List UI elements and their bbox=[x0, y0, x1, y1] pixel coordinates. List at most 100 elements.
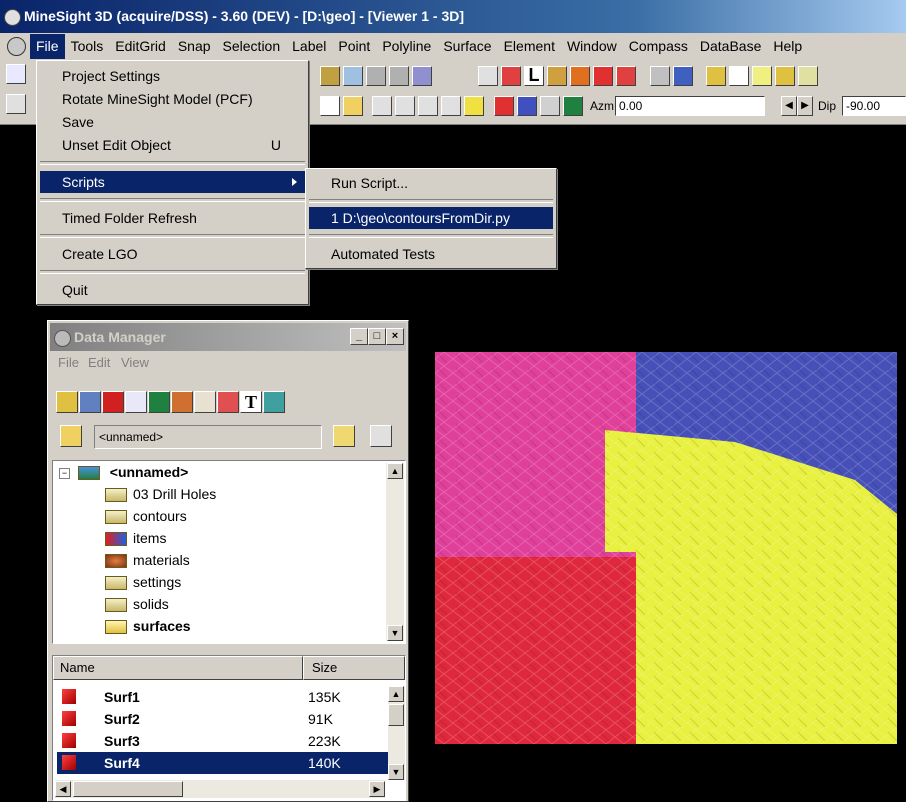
scroll-up-icon[interactable]: ▲ bbox=[387, 463, 403, 479]
menu-item-scripts[interactable]: Scripts bbox=[40, 171, 305, 193]
menu-selection[interactable]: Selection bbox=[217, 34, 287, 59]
tool-button[interactable] bbox=[395, 96, 415, 116]
tree-folder-materials[interactable]: materials bbox=[105, 549, 190, 571]
tool-button[interactable] bbox=[366, 66, 386, 86]
tree-folder-settings[interactable]: settings bbox=[105, 571, 181, 593]
zoom-tool-button[interactable] bbox=[6, 94, 26, 114]
tool-button[interactable] bbox=[798, 66, 818, 86]
close-button[interactable]: × bbox=[386, 328, 404, 345]
menu-snap[interactable]: Snap bbox=[172, 34, 217, 59]
tool-button[interactable] bbox=[441, 96, 461, 116]
list-item[interactable]: Surf1 135K bbox=[57, 686, 388, 708]
menu-polyline[interactable]: Polyline bbox=[376, 34, 437, 59]
scroll-down-icon[interactable]: ▼ bbox=[388, 764, 404, 780]
tree-folder-surfaces[interactable]: surfaces bbox=[105, 615, 191, 637]
text-type-button[interactable]: T bbox=[240, 391, 262, 413]
hscroll-thumb[interactable] bbox=[73, 781, 183, 797]
surface-type-button[interactable] bbox=[102, 391, 124, 413]
grid-type-button[interactable] bbox=[125, 391, 147, 413]
list-hscrollbar[interactable]: ◀ ▶ bbox=[55, 780, 385, 798]
tool-button[interactable] bbox=[547, 66, 567, 86]
tool-button[interactable] bbox=[501, 66, 521, 86]
list-item[interactable]: Surf3 223K bbox=[57, 730, 388, 752]
column-header-size[interactable]: Size bbox=[303, 656, 405, 680]
minimize-button[interactable]: _ bbox=[350, 328, 368, 345]
tool-button[interactable] bbox=[673, 66, 693, 86]
tool-button[interactable] bbox=[650, 66, 670, 86]
column-header-name[interactable]: Name bbox=[53, 656, 303, 680]
scroll-up-icon[interactable]: ▲ bbox=[388, 686, 404, 702]
menu-item-save[interactable]: Save bbox=[40, 111, 305, 133]
tool-button[interactable] bbox=[706, 66, 726, 86]
folder-type-button[interactable] bbox=[56, 391, 78, 413]
menu-label[interactable]: Label bbox=[286, 34, 332, 59]
menu-item-unset-edit-object[interactable]: Unset Edit Object U bbox=[40, 134, 305, 156]
tool-button[interactable] bbox=[343, 96, 363, 116]
menu-editgrid[interactable]: EditGrid bbox=[109, 34, 172, 59]
menu-item-timed-folder-refresh[interactable]: Timed Folder Refresh bbox=[40, 207, 305, 229]
menu-point[interactable]: Point bbox=[332, 34, 376, 59]
dm-menu-file[interactable]: File bbox=[58, 355, 79, 370]
menu-compass[interactable]: Compass bbox=[623, 34, 694, 59]
menu-tools[interactable]: Tools bbox=[65, 34, 110, 59]
tool-button[interactable] bbox=[494, 96, 514, 116]
viewer-type-button[interactable] bbox=[194, 391, 216, 413]
list-item[interactable]: Surf2 91K bbox=[57, 708, 388, 730]
menu-element[interactable]: Element bbox=[498, 34, 561, 59]
menu-help[interactable]: Help bbox=[767, 34, 808, 59]
menu-file[interactable]: File bbox=[30, 34, 65, 59]
tool-button[interactable] bbox=[775, 66, 795, 86]
viewport-surfaces[interactable] bbox=[435, 352, 897, 744]
dm-menu-edit[interactable]: Edit bbox=[88, 355, 110, 370]
tool-button[interactable] bbox=[616, 66, 636, 86]
tree-folder-drill-holes[interactable]: 03 Drill Holes bbox=[105, 483, 216, 505]
system-menu-icon[interactable] bbox=[7, 37, 26, 56]
scroll-thumb[interactable] bbox=[388, 704, 404, 726]
dm-menu-view[interactable]: View bbox=[121, 355, 149, 370]
tool-button[interactable] bbox=[478, 66, 498, 86]
tool-button[interactable] bbox=[540, 96, 560, 116]
menu-window[interactable]: Window bbox=[561, 34, 623, 59]
tree-root[interactable]: − <unnamed> bbox=[59, 461, 188, 483]
save-disk-icon[interactable] bbox=[370, 425, 392, 447]
tool-button[interactable] bbox=[372, 96, 392, 116]
scroll-left-icon[interactable]: ◀ bbox=[55, 781, 71, 797]
menu-item-project-settings[interactable]: Project Settings bbox=[40, 65, 305, 87]
menu-item-create-lgo[interactable]: Create LGO bbox=[40, 243, 305, 265]
scroll-right-icon[interactable]: ▶ bbox=[369, 781, 385, 797]
menu-item-rotate-model[interactable]: Rotate MineSight Model (PCF) bbox=[40, 88, 305, 110]
tool-button[interactable] bbox=[752, 66, 772, 86]
tool-button[interactable] bbox=[320, 66, 340, 86]
legend-type-button[interactable] bbox=[263, 391, 285, 413]
grid-tool-button[interactable] bbox=[729, 66, 749, 86]
menu-database[interactable]: DataBase bbox=[694, 34, 767, 59]
arrow-left-icon[interactable]: ◀ bbox=[781, 96, 797, 116]
line-tool-button[interactable]: L bbox=[524, 66, 544, 86]
list-scrollbar[interactable]: ▲ ▼ bbox=[388, 686, 405, 780]
layers-tool-button[interactable] bbox=[6, 64, 26, 84]
arrow-right-icon[interactable]: ▶ bbox=[797, 96, 813, 116]
tool-button[interactable] bbox=[563, 96, 583, 116]
object-name-field[interactable]: <unnamed> bbox=[94, 425, 322, 449]
tool-button[interactable] bbox=[593, 66, 613, 86]
tool-button[interactable] bbox=[343, 66, 363, 86]
dip-field[interactable]: -90.00 bbox=[842, 96, 906, 116]
menu-item-run-script[interactable]: Run Script... bbox=[309, 172, 553, 194]
model-type-button[interactable] bbox=[148, 391, 170, 413]
folder-up-icon[interactable] bbox=[60, 425, 82, 447]
tool-button[interactable] bbox=[389, 66, 409, 86]
tool-button[interactable] bbox=[418, 96, 438, 116]
azimuth-field[interactable]: 0.00 bbox=[615, 96, 765, 116]
tree-scrollbar[interactable]: ▲ ▼ bbox=[386, 463, 404, 641]
menu-item-quit[interactable]: Quit bbox=[40, 279, 305, 301]
crosshair-tool-button[interactable] bbox=[320, 96, 340, 116]
menu-item-automated-tests[interactable]: Automated Tests bbox=[309, 243, 553, 265]
list-item-selected[interactable]: Surf4 140K bbox=[57, 752, 388, 774]
maximize-button[interactable]: □ bbox=[368, 328, 386, 345]
tool-button[interactable] bbox=[412, 66, 432, 86]
point-type-button[interactable] bbox=[217, 391, 239, 413]
tool-button[interactable] bbox=[570, 66, 590, 86]
menu-surface[interactable]: Surface bbox=[437, 34, 497, 59]
material-type-button[interactable] bbox=[171, 391, 193, 413]
tree-folder-items[interactable]: items bbox=[105, 527, 166, 549]
